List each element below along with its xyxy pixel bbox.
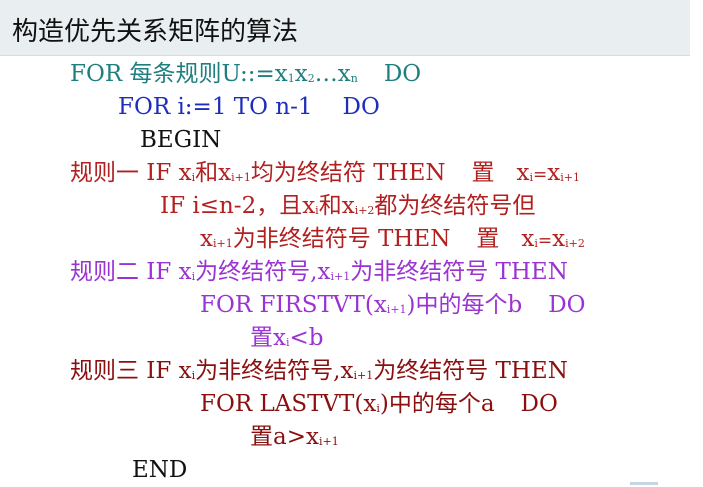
line-text: DO (342, 94, 380, 120)
line-text: x (521, 226, 535, 252)
line-text: )中的每个a (379, 391, 495, 417)
line-text: 规则二 IF x (70, 259, 192, 285)
title-bar: 构造优先关系矩阵的算法 (0, 0, 690, 56)
subscript: i+1 (560, 171, 580, 184)
line-text: END (132, 457, 188, 483)
line-end: END (132, 459, 187, 482)
line-text: 为终结符号 THEN (373, 358, 568, 384)
line-text: 置x (250, 325, 286, 351)
subscript: 2 (307, 72, 315, 85)
line-text: FOR LASTVT(x (200, 391, 377, 417)
subscript: i+1 (318, 435, 339, 448)
line-text: x (547, 160, 561, 186)
line-text: DO (383, 61, 422, 87)
equal-relation: = (537, 231, 553, 251)
line-text: x (516, 160, 530, 186)
line-text: 和x (318, 193, 355, 219)
line-text: 都为终结符号但 (374, 193, 536, 219)
subscript: i+2 (354, 204, 375, 217)
line-text: FOR i:=1 TO n-1 (118, 94, 313, 120)
line-text: FOR FIRSTVT(x (200, 292, 387, 318)
line-rule-three: 规则三 IF xi为非终结符号,xi+1为终结符号 THEN (70, 360, 568, 383)
line-set-less: 置xi<b (250, 327, 324, 350)
subscript: 1 (287, 72, 295, 85)
subscript: i+1 (353, 369, 374, 382)
line-for-lastvt: FOR LASTVT(xi)中的每个a DO (200, 393, 558, 416)
line-text: 为非终结符号 THEN (350, 259, 568, 285)
line-text: 为非终结符号 THEN (232, 226, 451, 252)
subscript: i+1 (386, 303, 407, 316)
subscript: i+1 (330, 270, 351, 283)
line-for-i: FOR i:=1 TO n-1 DO (118, 96, 380, 119)
line-text: BEGIN (140, 127, 222, 153)
subscript: i+1 (212, 237, 233, 250)
line-if-i-le-n-2: IF i≤n-2，且xi和xi+2都为终结符号但 (160, 195, 535, 218)
line-text: 置 (476, 226, 500, 252)
line-text: DO (520, 391, 558, 417)
line-text: 为终结符号,x (195, 259, 331, 285)
line-text: 规则三 IF x (70, 358, 192, 384)
equal-relation: = (533, 165, 548, 185)
subscript: n (350, 72, 358, 85)
line-text: DO (548, 292, 586, 318)
slide-title: 构造优先关系矩阵的算法 (12, 17, 299, 47)
line-text: 为非终结符号,x (195, 358, 354, 384)
line-text: 均为终结符 THEN (250, 160, 446, 186)
corner-decoration (630, 482, 658, 485)
line-text: )中的每个b (406, 292, 523, 318)
line-text: 规则一 IF x (70, 160, 192, 186)
line-text: IF i≤n-2，且x (160, 193, 316, 219)
line-nonterminal-then: xi+1为非终结符号 THEN 置 xi=xi+2 (200, 228, 585, 251)
line-text: <b (289, 325, 324, 351)
line-begin: BEGIN (140, 129, 221, 152)
line-text: x (294, 61, 308, 87)
line-text: x (552, 226, 566, 252)
line-for-each-rule: FOR 每条规则U::=x1x2…xn DO (70, 63, 421, 86)
line-text: 和x (195, 160, 232, 186)
line-text: FOR 每条规则U::=x (70, 61, 288, 87)
line-text: 置 (471, 160, 495, 186)
line-rule-one: 规则一 IF xi和xi+1均为终结符 THEN 置 xi=xi+1 (70, 162, 580, 185)
subscript: i+2 (565, 237, 585, 250)
line-set-greater: 置a>xi+1 (250, 426, 339, 449)
line-text: 置a>x (250, 424, 319, 450)
line-text: x (200, 226, 213, 252)
slide: 构造优先关系矩阵的算法 FOR 每条规则U::=x1x2…xn DO FOR i:… (0, 0, 703, 487)
subscript: i+1 (231, 171, 251, 184)
line-for-firstvt: FOR FIRSTVT(xi+1)中的每个b DO (200, 294, 586, 317)
line-text: …x (314, 61, 351, 87)
line-rule-two: 规则二 IF xi为终结符号,xi+1为非终结符号 THEN (70, 261, 568, 284)
